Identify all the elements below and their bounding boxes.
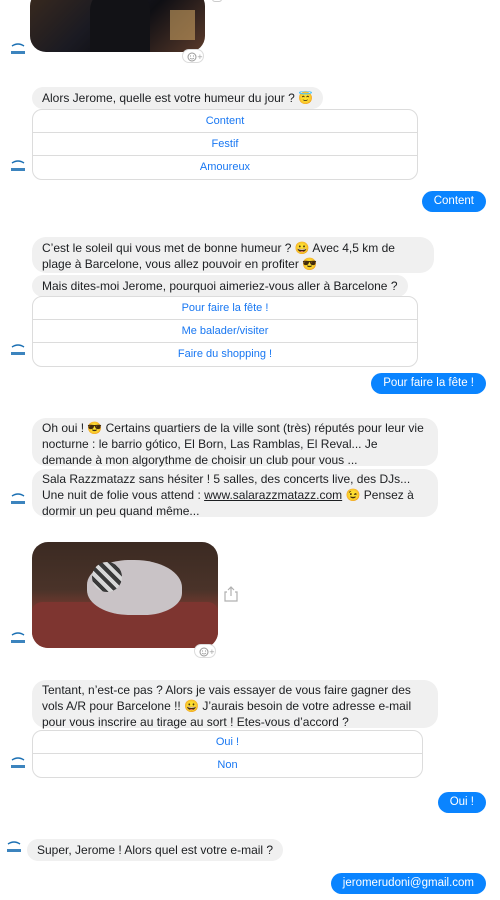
add-reaction-icon[interactable]: +: [194, 644, 216, 658]
bot-logo-icon: [9, 344, 27, 358]
quick-replies: Pour faire la fête ! Me balader/visiter …: [32, 296, 418, 367]
quick-reply-party[interactable]: Pour faire la fête !: [33, 297, 417, 320]
quick-reply-content[interactable]: Content: [33, 110, 417, 133]
smile-halo-emoji-icon: 😇: [298, 91, 314, 105]
user-message: Pour faire la fête !: [371, 373, 486, 394]
bot-logo-icon: [9, 160, 27, 174]
quick-replies: Oui ! Non: [32, 730, 423, 778]
user-message: jeromerudoni@gmail.com: [330, 873, 486, 894]
bot-logo-icon: [9, 43, 27, 57]
svg-text:+: +: [209, 648, 215, 656]
quick-reply-no[interactable]: Non: [33, 754, 422, 777]
bot-logo-icon: [9, 632, 27, 646]
top-media-image[interactable]: [30, 0, 205, 52]
bot-message: Tentant, n’est-ce pas ? Alors je vais es…: [32, 680, 438, 729]
top-media-lamp: [170, 10, 195, 40]
top-right-marker: [212, 0, 222, 2]
bot-message: Alors Jerome, quelle est votre humeur du…: [32, 87, 324, 109]
bot-logo-icon: [5, 841, 23, 855]
quick-reply-shopping[interactable]: Faire du shopping !: [33, 343, 417, 366]
quick-reply-festif[interactable]: Festif: [33, 133, 417, 156]
user-message: Oui !: [437, 792, 486, 813]
gif-stripes: [92, 562, 122, 592]
bot-message: C’est le soleil qui vous met de bonne hu…: [32, 237, 434, 273]
club-link[interactable]: www.salarazzmatazz.com: [204, 488, 342, 502]
bot-message: Oh oui ! 😎 Certains quartiers de la vill…: [32, 418, 438, 467]
bot-logo-icon: [9, 493, 27, 507]
quick-reply-visit[interactable]: Me balader/visiter: [33, 320, 417, 343]
quick-reply-yes[interactable]: Oui !: [33, 731, 422, 754]
svg-text:+: +: [197, 53, 203, 61]
user-message: Content: [421, 191, 486, 212]
add-reaction-icon[interactable]: +: [182, 49, 204, 63]
bot-logo-icon: [9, 757, 27, 771]
share-icon[interactable]: [222, 584, 240, 604]
bot-message: Mais dites-moi Jerome, pourquoi aimeriez…: [32, 275, 408, 297]
message-text: Alors Jerome, quelle est votre humeur du…: [42, 91, 295, 105]
quick-replies: Content Festif Amoureux: [32, 109, 418, 180]
quick-reply-amoureux[interactable]: Amoureux: [33, 156, 417, 179]
bot-message: Sala Razzmatazz sans hésiter ! 5 salles,…: [32, 469, 438, 518]
top-media-figure: [90, 0, 150, 52]
gif-image[interactable]: [32, 542, 218, 648]
bot-message: Super, Jerome ! Alors quel est votre e-m…: [27, 839, 284, 861]
